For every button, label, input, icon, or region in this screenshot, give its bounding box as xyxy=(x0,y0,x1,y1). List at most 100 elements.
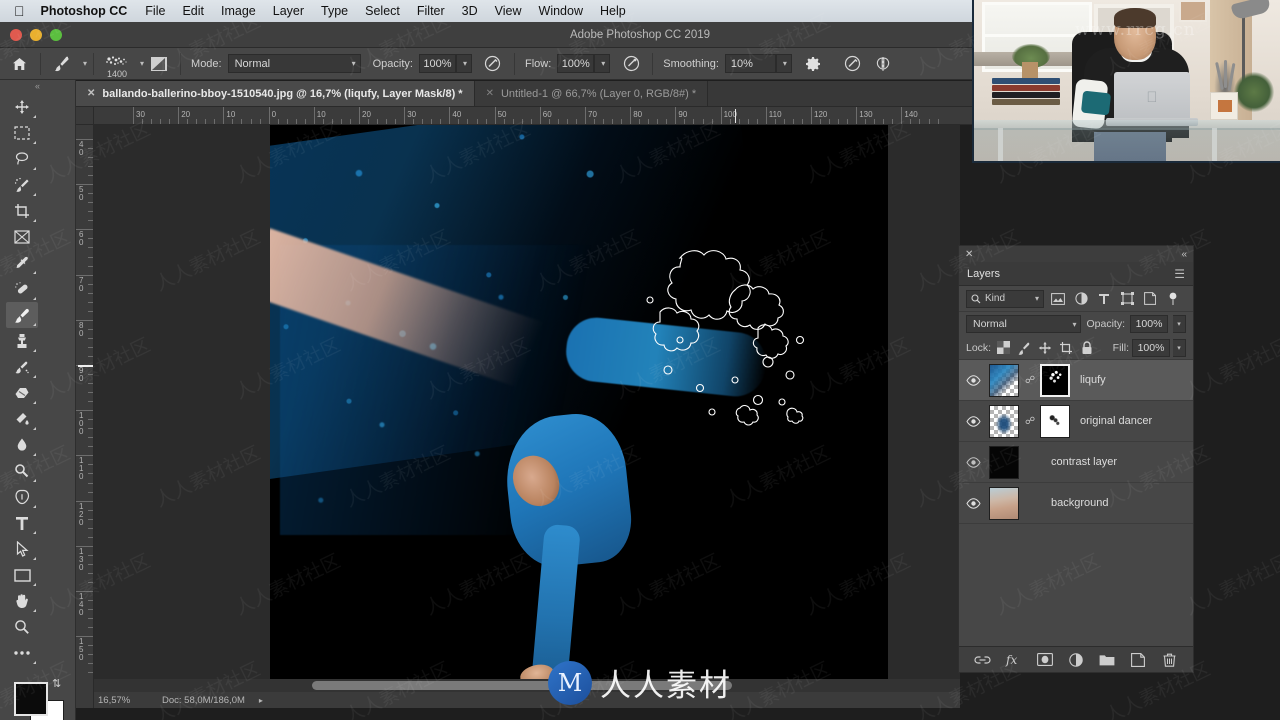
adjustment-filter-icon[interactable] xyxy=(1072,290,1090,308)
menu-item-image[interactable]: Image xyxy=(221,4,256,18)
tab-layers[interactable]: Layers xyxy=(967,268,1000,280)
lock-position-icon[interactable] xyxy=(1036,339,1054,357)
menu-item-type[interactable]: Type xyxy=(321,4,348,18)
layer-visibility-toggle[interactable] xyxy=(963,456,983,468)
vertical-ruler[interactable]: 40 50 60 70 80 90 100 110 120 130 140 150 xyxy=(76,125,94,708)
lock-transparent-pixels-icon[interactable] xyxy=(994,339,1012,357)
pen-tool[interactable] xyxy=(6,484,38,510)
minimize-button[interactable] xyxy=(30,28,42,41)
layer-name[interactable]: contrast layer xyxy=(1051,456,1117,468)
symmetry-butterfly-icon[interactable] xyxy=(868,51,898,77)
lasso-tool[interactable] xyxy=(6,146,38,172)
new-adjustment-layer-icon[interactable] xyxy=(1066,650,1086,670)
table-row[interactable]: ☍ original dancer xyxy=(959,401,1193,442)
smoothing-dropdown[interactable]: ▾ xyxy=(775,54,792,73)
brush-size-value[interactable]: 1400 xyxy=(107,69,127,79)
layer-thumbnail[interactable] xyxy=(989,486,1019,520)
new-group-icon[interactable] xyxy=(1097,650,1117,670)
table-row[interactable]: ☍ liqufy xyxy=(959,360,1193,401)
hand-tool[interactable] xyxy=(6,588,38,614)
opacity-dropdown[interactable]: ▾ xyxy=(455,54,472,73)
smoothing-value[interactable]: 10% xyxy=(724,54,776,73)
quick-selection-tool[interactable] xyxy=(6,172,38,198)
layer-name[interactable]: background xyxy=(1051,497,1109,509)
menu-item-file[interactable]: File xyxy=(145,4,165,18)
layer-name[interactable]: original dancer xyxy=(1080,415,1152,427)
flow-dropdown[interactable]: ▾ xyxy=(594,54,611,73)
layer-thumbnail[interactable] xyxy=(989,363,1019,397)
add-layer-mask-icon[interactable] xyxy=(1035,650,1055,670)
layer-style-fx-icon[interactable]: fx xyxy=(1004,650,1024,670)
collapse-chevrons-icon[interactable]: « xyxy=(1181,249,1187,260)
close-icon[interactable]: ✕ xyxy=(87,88,95,99)
path-selection-tool[interactable] xyxy=(6,536,38,562)
opacity-stepper[interactable]: ▾ xyxy=(1173,315,1186,333)
brush-tool[interactable] xyxy=(6,302,38,328)
close-icon[interactable]: ✕ xyxy=(486,88,494,99)
layer-mask-link-icon[interactable]: ☍ xyxy=(1025,416,1035,427)
document-tab-active[interactable]: ✕ ballando-ballerino-bboy-1510540.jpg @ … xyxy=(76,81,475,106)
artboard[interactable] xyxy=(270,125,888,703)
blend-mode-select[interactable]: Normal ▾ xyxy=(227,54,361,73)
delete-layer-icon[interactable] xyxy=(1159,650,1179,670)
table-row[interactable]: background xyxy=(959,483,1193,524)
chevron-down-icon[interactable]: ▾ xyxy=(83,59,87,68)
dodge-tool[interactable] xyxy=(6,458,38,484)
crop-tool[interactable] xyxy=(6,198,38,224)
layer-mask-link-icon[interactable]: ☍ xyxy=(1025,375,1035,386)
shape-filter-icon[interactable] xyxy=(1118,290,1136,308)
airbrush-icon[interactable] xyxy=(616,51,646,77)
layer-visibility-toggle[interactable] xyxy=(963,374,983,386)
menu-item-layer[interactable]: Layer xyxy=(273,4,304,18)
pressure-opacity-icon[interactable] xyxy=(478,51,508,77)
type-filter-icon[interactable] xyxy=(1095,290,1113,308)
menu-item-window[interactable]: Window xyxy=(539,4,583,18)
layer-mask-thumbnail[interactable] xyxy=(1040,363,1070,397)
zoom-button[interactable] xyxy=(50,28,62,41)
layer-visibility-toggle[interactable] xyxy=(963,497,983,509)
menu-item-filter[interactable]: Filter xyxy=(417,4,445,18)
new-layer-icon[interactable] xyxy=(1128,650,1148,670)
horizontal-scrollbar[interactable] xyxy=(94,679,960,692)
clone-stamp-tool[interactable] xyxy=(6,328,38,354)
gradient-tool[interactable] xyxy=(6,406,38,432)
menu-app-name[interactable]: Photoshop CC xyxy=(41,4,128,18)
ruler-corner[interactable] xyxy=(76,107,94,125)
table-row[interactable]: contrast layer xyxy=(959,442,1193,483)
smart-object-filter-icon[interactable] xyxy=(1141,290,1159,308)
menu-item-3d[interactable]: 3D xyxy=(462,4,478,18)
layer-name[interactable]: liqufy xyxy=(1080,374,1106,386)
brush-tip-icon[interactable]: 1400 xyxy=(100,50,134,79)
opacity-value[interactable]: 100% xyxy=(418,54,456,73)
layer-thumbnail[interactable] xyxy=(989,404,1019,438)
chevron-right-icon[interactable]: ▸ xyxy=(259,696,263,705)
menu-item-help[interactable]: Help xyxy=(600,4,626,18)
menu-item-select[interactable]: Select xyxy=(365,4,400,18)
lock-all-icon[interactable] xyxy=(1078,339,1096,357)
canvas-area[interactable]: 16,57% Doc: 58,0M/186,0M ▸ xyxy=(94,125,960,708)
menu-item-edit[interactable]: Edit xyxy=(182,4,204,18)
filter-kind-select[interactable]: Kind ▾ xyxy=(966,289,1044,308)
history-brush-tool[interactable] xyxy=(6,354,38,380)
zoom-level[interactable]: 16,57% xyxy=(94,695,156,706)
home-icon[interactable] xyxy=(4,51,34,77)
document-tab-inactive[interactable]: ✕ Untitled-1 @ 66,7% (Layer 0, RGB/8#) * xyxy=(474,81,709,106)
collapse-chevrons-icon[interactable]: « xyxy=(0,80,75,92)
close-icon[interactable]: ✕ xyxy=(965,249,973,260)
scrollbar-thumb[interactable] xyxy=(312,681,732,690)
layer-opacity-value[interactable]: 100% xyxy=(1130,315,1168,333)
layer-mask-thumbnail[interactable] xyxy=(1040,404,1070,438)
fill-value[interactable]: 100% xyxy=(1132,338,1170,357)
swap-colors-icon[interactable]: ⇅ xyxy=(52,677,61,690)
blur-tool[interactable] xyxy=(6,432,38,458)
panel-menu-icon[interactable]: ☰ xyxy=(1174,268,1185,280)
layer-visibility-toggle[interactable] xyxy=(963,415,983,427)
brush-preset-icon[interactable] xyxy=(47,51,77,77)
layer-blend-mode-select[interactable]: Normal ▾ xyxy=(966,315,1082,333)
frame-tool[interactable] xyxy=(6,224,38,250)
move-tool[interactable] xyxy=(6,94,38,120)
fill-stepper[interactable]: ▾ xyxy=(1173,338,1186,357)
spot-healing-brush-tool[interactable] xyxy=(6,276,38,302)
zoom-tool[interactable] xyxy=(6,614,38,640)
pressure-size-icon[interactable] xyxy=(838,51,868,77)
